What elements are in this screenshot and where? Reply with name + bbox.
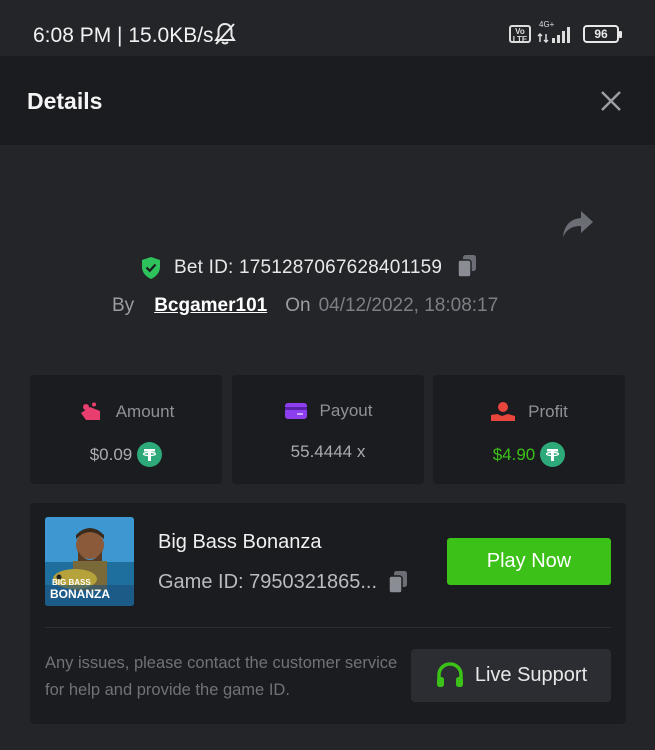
- tether-icon: [137, 442, 163, 467]
- amount-icon: [80, 402, 100, 420]
- thumb-title-1: BIG BASS: [52, 578, 91, 587]
- battery-level: 96: [594, 27, 608, 41]
- share-button[interactable]: [561, 209, 595, 239]
- game-id-row: Game ID: 7950321865...: [158, 570, 409, 594]
- headset-icon: [436, 661, 463, 687]
- payout-label: Payout: [319, 401, 373, 420]
- tether-icon: [540, 442, 566, 467]
- bet-date: 04/12/2022, 18:08:17: [318, 295, 499, 316]
- copy-bet-id-button[interactable]: [456, 254, 478, 283]
- profit-label: Profit: [528, 402, 568, 421]
- copy-game-id-button[interactable]: [387, 570, 409, 594]
- profit-card: Profit $4.90: [433, 375, 625, 484]
- bet-meta: By Bcgamer101 On 04/12/2022, 18:08:17: [112, 295, 498, 317]
- game-name: Big Bass Bonanza: [158, 531, 322, 553]
- amount-card: Amount $0.09: [30, 375, 222, 484]
- live-support-button[interactable]: Live Support: [411, 649, 611, 702]
- on-label: On: [285, 295, 311, 316]
- profit-icon: [491, 402, 516, 421]
- close-button[interactable]: [598, 88, 624, 114]
- copy-icon: [388, 571, 408, 594]
- verified-shield-icon: [142, 257, 160, 279]
- payout-icon: [284, 403, 307, 419]
- payout-value: 55.4444 x: [290, 442, 366, 461]
- thumb-title-2: BONANZA: [50, 587, 110, 601]
- play-now-button[interactable]: Play Now: [447, 538, 611, 585]
- status-bar: 6:08 PM | 15.0KB/s Vo LTE 4G+ 96: [0, 0, 655, 56]
- profit-value: $4.90: [492, 444, 536, 464]
- bell-muted-icon: [214, 22, 236, 51]
- amount-label: Amount: [115, 402, 175, 421]
- page-title: Details: [27, 88, 103, 114]
- payout-card: Payout 55.4444 x: [232, 375, 424, 484]
- volte-icon: Vo LTE: [509, 25, 531, 44]
- copy-icon: [457, 254, 477, 278]
- battery-icon: 96: [583, 25, 622, 43]
- game-thumbnail[interactable]: BIG BASS BONANZA: [45, 517, 134, 606]
- share-icon: [563, 211, 593, 237]
- amount-value: $0.09: [89, 444, 133, 464]
- game-id: Game ID: 7950321865...: [158, 570, 378, 593]
- support-message: Any issues, please contact the customer …: [45, 654, 398, 699]
- divider: [45, 627, 611, 628]
- live-support-label: Live Support: [474, 664, 588, 686]
- bet-id: Bet ID: 1751287067628401159: [174, 257, 443, 278]
- status-indicators: Vo LTE 4G+ 96: [509, 20, 622, 44]
- close-icon: [601, 91, 621, 111]
- signal-icon: 4G+: [537, 20, 577, 44]
- by-label: By: [112, 295, 135, 316]
- username-link[interactable]: Bcgamer101: [154, 295, 267, 317]
- bet-id-row: Bet ID: 1751287067628401159: [140, 254, 478, 283]
- status-time: 6:08 PM | 15.0KB/s: [33, 24, 214, 47]
